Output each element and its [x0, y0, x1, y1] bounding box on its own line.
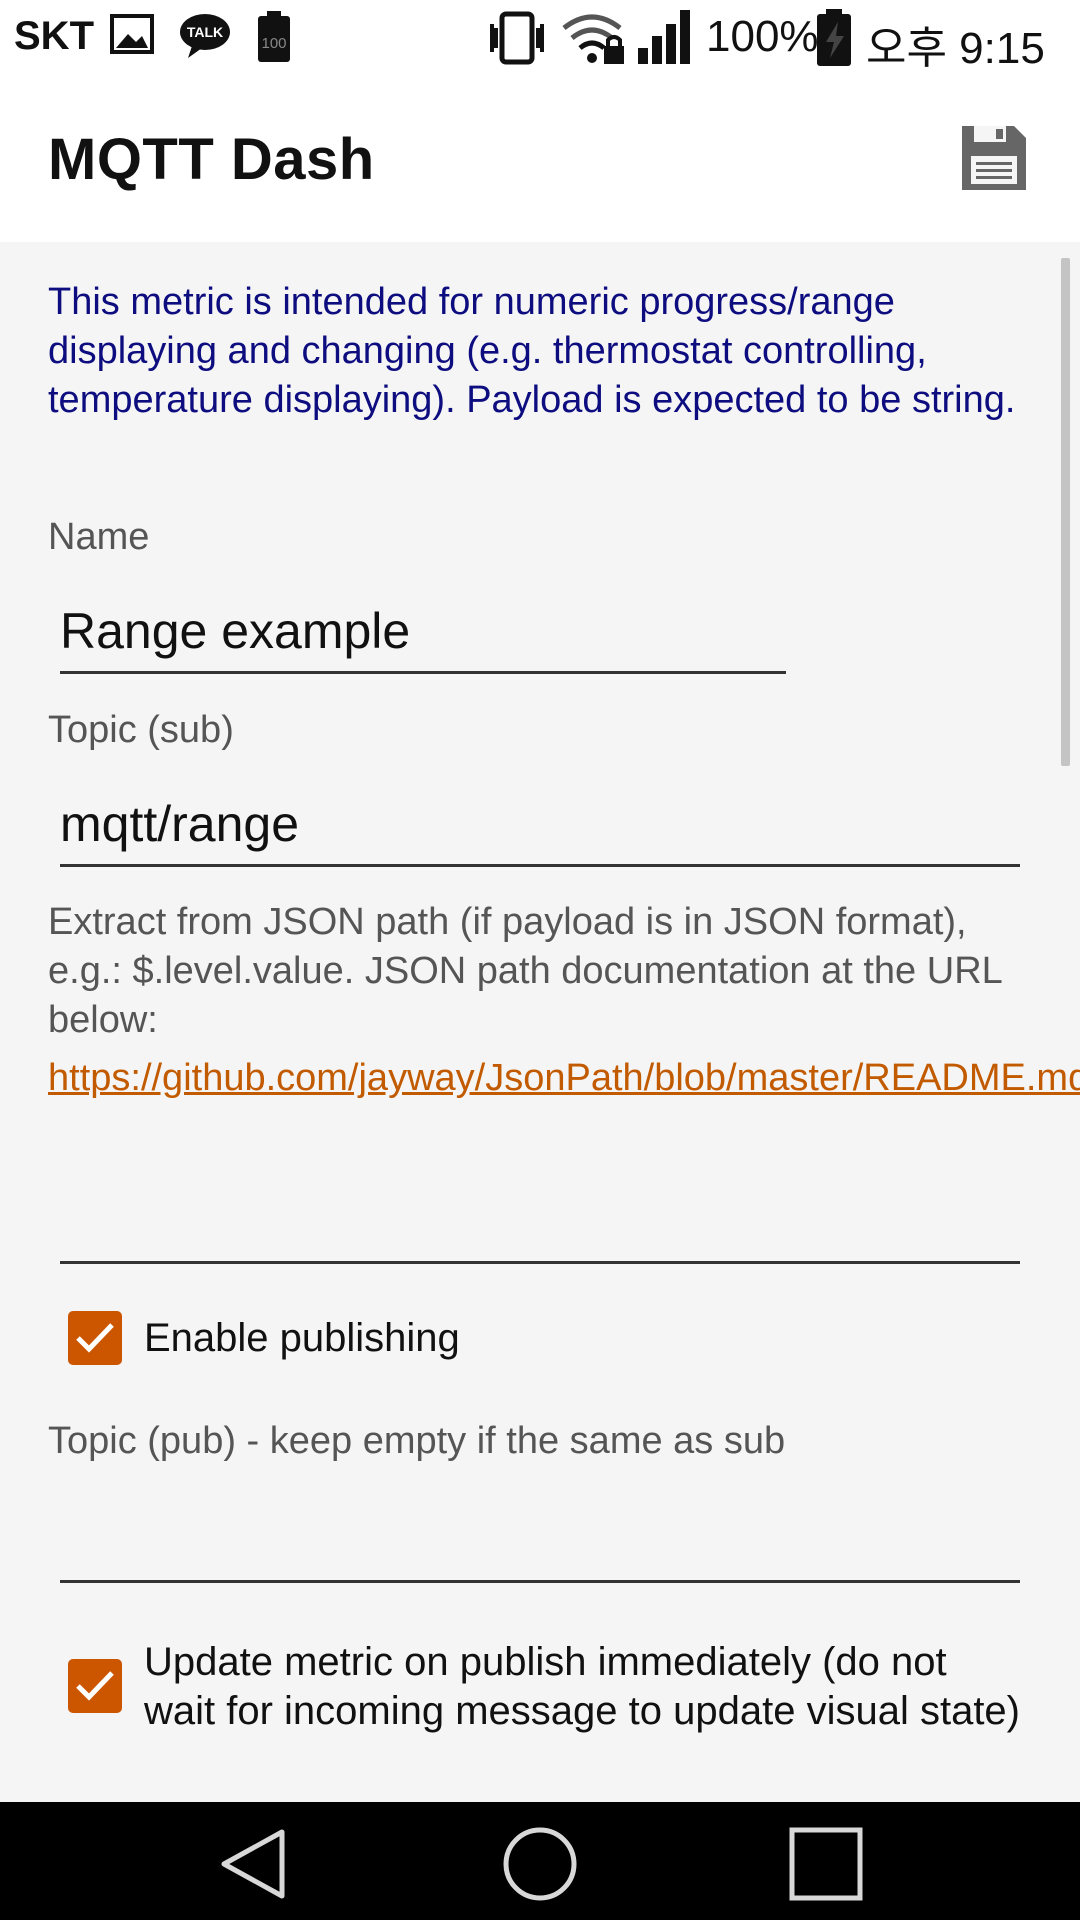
home-button[interactable] — [500, 1824, 580, 1904]
svg-text:TALK: TALK — [187, 24, 223, 40]
talk-icon: TALK — [178, 12, 232, 65]
app-bar: MQTT Dash — [0, 78, 1080, 242]
metric-description: This metric is intended for numeric prog… — [48, 281, 1016, 421]
scrollbar-thumb[interactable] — [1061, 258, 1070, 766]
wifi-lock-icon — [560, 12, 628, 71]
clock: 오후 9:15 — [866, 24, 1045, 73]
signal-icon — [636, 8, 698, 71]
navigation-bar — [0, 1802, 1080, 1920]
back-icon — [221, 1829, 285, 1899]
save-icon — [962, 126, 1026, 190]
enable-publishing-checkbox[interactable] — [68, 1311, 122, 1365]
recents-button[interactable] — [786, 1824, 866, 1904]
home-icon — [503, 1827, 577, 1901]
vibrate-icon — [486, 10, 550, 71]
metric-settings-form[interactable]: This metric is intended for numeric prog… — [0, 242, 1080, 1802]
status-bar: SKT TALK 100 100% 오후 9:15 — [0, 0, 1080, 78]
update-immediately-label[interactable]: Update metric on publish immediately (do… — [144, 1638, 1024, 1736]
carrier-label: SKT — [14, 14, 94, 58]
topic-sub-label: Topic (sub) — [48, 709, 234, 751]
topic-pub-field[interactable] — [60, 1472, 1020, 1532]
save-button[interactable] — [958, 122, 1030, 194]
enable-publishing-label[interactable]: Enable publishing — [144, 1314, 1024, 1363]
topic-sub-field[interactable]: mqtt/range — [60, 795, 299, 853]
json-path-doc-link[interactable]: https://github.com/jayway/JsonPath/blob/… — [48, 1054, 1080, 1103]
topic-pub-label: Topic (pub) - keep empty if the same as … — [48, 1420, 786, 1462]
battery-charging-icon — [814, 8, 854, 73]
battery-percent: 100% — [706, 12, 819, 61]
topic-pub-underline — [60, 1580, 1020, 1583]
svg-text:100: 100 — [261, 35, 286, 52]
json-path-underline — [60, 1261, 1020, 1264]
topic-sub-underline — [60, 864, 1020, 867]
recents-icon — [789, 1827, 863, 1901]
name-label: Name — [48, 516, 150, 558]
battery-small-icon: 100 — [256, 10, 292, 69]
name-field[interactable]: Range example — [60, 602, 410, 660]
checkmark-icon — [76, 1671, 114, 1701]
name-field-underline — [60, 671, 786, 674]
update-immediately-checkbox[interactable] — [68, 1659, 122, 1713]
back-button[interactable] — [214, 1824, 294, 1904]
app-title: MQTT Dash — [48, 127, 375, 192]
json-path-help: Extract from JSON path (if payload is in… — [48, 901, 1002, 1041]
json-path-field[interactable] — [60, 1192, 1020, 1252]
checkmark-icon — [76, 1323, 114, 1353]
gallery-icon — [108, 10, 156, 63]
